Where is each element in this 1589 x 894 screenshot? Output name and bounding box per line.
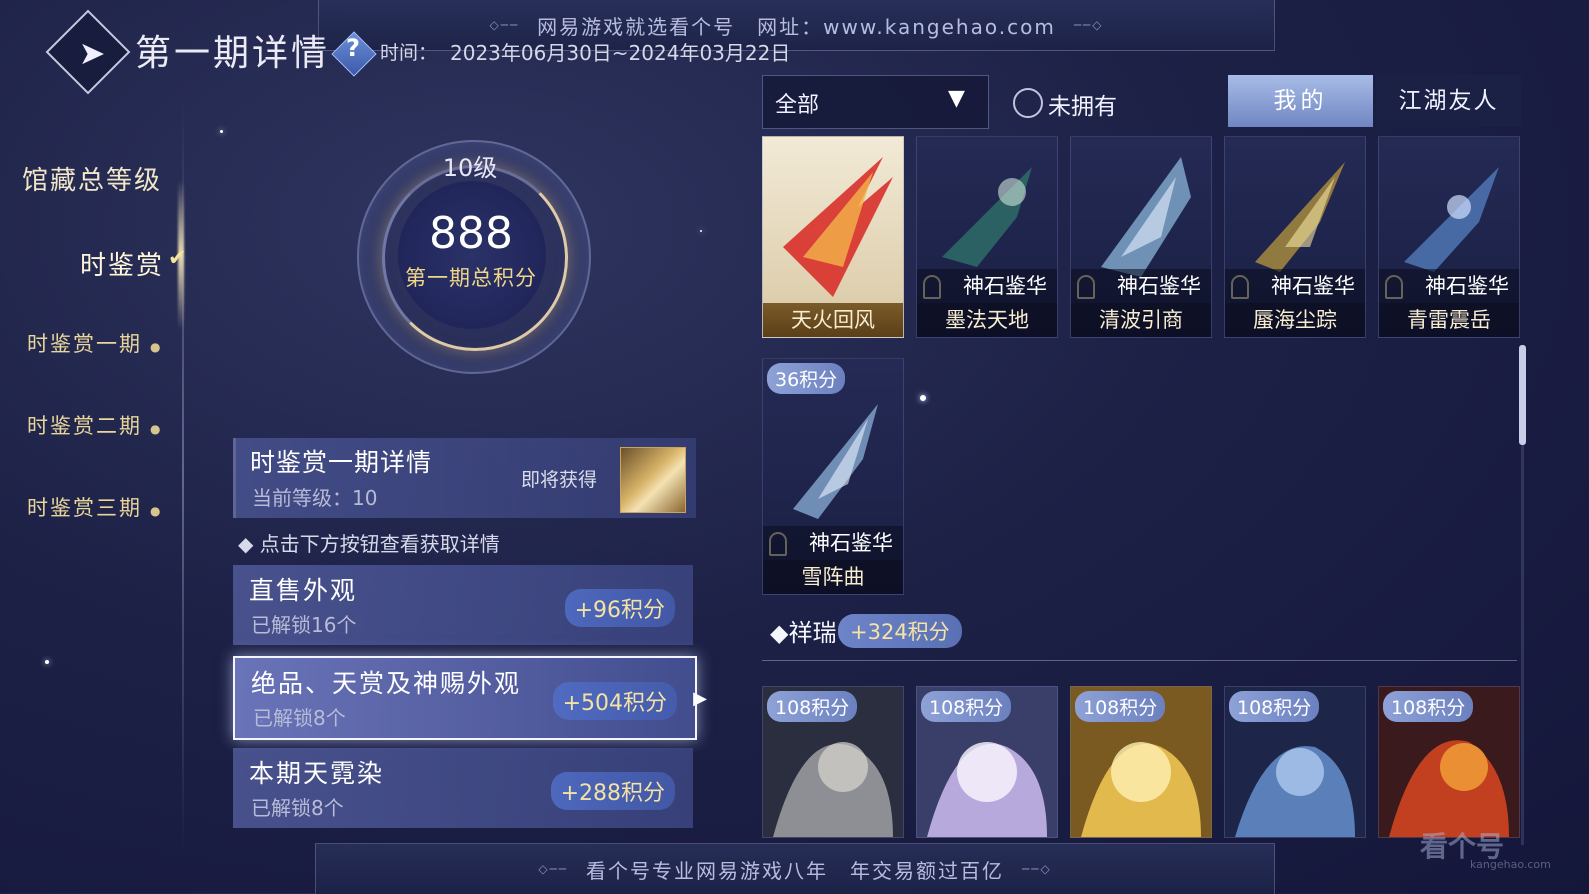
item-card[interactable]: 神石鉴华 青雷震岳 bbox=[1378, 136, 1520, 338]
filter-value: 全部 bbox=[775, 93, 820, 118]
item-name: 蜃海尘踪 bbox=[1225, 303, 1365, 337]
item-card[interactable]: 36积分 神石鉴华 雪阵曲 bbox=[762, 358, 904, 595]
item-name: 雪阵曲 bbox=[763, 560, 903, 594]
sidebar-item-collection-level[interactable]: 馆藏总等级 bbox=[22, 160, 162, 197]
star-decoration bbox=[700, 230, 702, 232]
mount-card[interactable]: 108积分 bbox=[916, 686, 1058, 838]
banner-bottom-text: 看个号专业网易游戏八年 年交易额过百亿 bbox=[586, 858, 1004, 883]
caret-down-icon: ▼ bbox=[948, 86, 965, 111]
hint-text: ◆ 点击下方按钮查看获取详情 bbox=[238, 532, 500, 556]
reward-scroll-icon[interactable] bbox=[620, 447, 686, 513]
banner-ornament-icon: ◇── bbox=[538, 862, 568, 876]
section-divider bbox=[762, 660, 1517, 661]
sidebar-item-label: 时鉴赏二期 bbox=[27, 414, 142, 438]
option-title: 直售外观 bbox=[249, 576, 358, 605]
option-dye[interactable]: 本期天霓染 已解锁8个 +288积分 bbox=[233, 748, 693, 828]
score-level: 10级 bbox=[442, 154, 498, 182]
star-decoration bbox=[920, 395, 926, 401]
chevron-down-icon: ✔ bbox=[168, 246, 187, 271]
option-unlocked: 已解锁8个 bbox=[253, 706, 346, 730]
item-tag: 神石鉴华 bbox=[1379, 269, 1519, 303]
option-title: 本期天霓染 bbox=[249, 759, 385, 788]
chevron-right-icon: ▶ bbox=[693, 688, 707, 709]
sidebar-item-period-1[interactable]: 时鉴赏一期 ● bbox=[27, 328, 162, 358]
bottom-banner: ◇── 看个号专业网易游戏八年 年交易额过百亿 ──◇ bbox=[315, 843, 1275, 894]
points-badge: 108积分 bbox=[767, 691, 858, 722]
option-unlocked: 已解锁8个 bbox=[251, 796, 344, 820]
watermark-url: kangehao.com bbox=[1470, 858, 1551, 871]
points-badge: 108积分 bbox=[921, 691, 1012, 722]
not-owned-label[interactable]: 未拥有 bbox=[1048, 87, 1117, 121]
points-badge: 108积分 bbox=[1383, 691, 1474, 722]
item-card[interactable]: 神石鉴华 墨法天地 bbox=[916, 136, 1058, 338]
back-arrow-icon: ➤ bbox=[78, 34, 106, 72]
current-level-text: 当前等级：10 bbox=[252, 486, 378, 510]
item-name: 清波引商 bbox=[1071, 303, 1211, 337]
item-card[interactable]: 神石鉴华 清波引商 bbox=[1070, 136, 1212, 338]
banner-ornament-icon: ──◇ bbox=[1073, 18, 1104, 32]
page-title: 第一期详情 bbox=[135, 33, 331, 74]
points-badge: 108积分 bbox=[1229, 691, 1320, 722]
mount-card[interactable]: 108积分 bbox=[1224, 686, 1366, 838]
time-value: 2023年06月30日~2024年03月22日 bbox=[450, 41, 791, 65]
section-title: ◆祥瑞 bbox=[770, 619, 837, 647]
item-name: 青雷震岳 bbox=[1379, 303, 1519, 337]
dot-icon: ● bbox=[150, 340, 163, 354]
section-title-label: 祥瑞 bbox=[788, 619, 837, 647]
tab-friends[interactable]: 江湖友人 bbox=[1376, 75, 1521, 127]
score-value: 888 bbox=[429, 208, 513, 259]
star-decoration bbox=[220, 130, 223, 133]
item-name: 墨法天地 bbox=[917, 303, 1057, 337]
item-tag: 神石鉴华 bbox=[917, 269, 1057, 303]
score-label: 第一期总积分 bbox=[405, 266, 537, 290]
star-decoration bbox=[45, 660, 49, 664]
not-owned-radio[interactable] bbox=[1013, 88, 1043, 118]
hint-label: 点击下方按钮查看获取详情 bbox=[259, 532, 500, 556]
sidebar-item-label: 时鉴赏一期 bbox=[27, 332, 142, 356]
points-badge: 36积分 bbox=[767, 363, 846, 394]
tab-mine[interactable]: 我的 bbox=[1228, 75, 1373, 127]
sidebar-item-shijianshang[interactable]: 时鉴赏 bbox=[80, 245, 164, 282]
upcoming-reward-label: 即将获得 bbox=[521, 469, 598, 491]
banner-ornament-icon: ◇── bbox=[489, 18, 520, 32]
item-tag: 神石鉴华 bbox=[763, 526, 903, 560]
points-badge: +96积分 bbox=[564, 589, 675, 627]
item-card[interactable]: 天火回风 bbox=[762, 136, 904, 338]
item-name: 天火回风 bbox=[763, 303, 903, 337]
mount-card[interactable]: 108积分 bbox=[1378, 686, 1520, 838]
banner-ornament-icon: ──◇ bbox=[1022, 862, 1052, 876]
option-direct-sale[interactable]: 直售外观 已解锁16个 +96积分 bbox=[233, 565, 693, 645]
points-badge: +288积分 bbox=[550, 772, 675, 810]
item-card[interactable]: 神石鉴华 蜃海尘踪 bbox=[1224, 136, 1366, 338]
mount-card[interactable]: 108积分 bbox=[762, 686, 904, 838]
dot-icon: ● bbox=[150, 504, 163, 518]
option-unlocked: 已解锁16个 bbox=[251, 613, 357, 637]
banner-top-text: 网易游戏就选看个号 网址：www.kangehao.com bbox=[537, 14, 1056, 39]
dot-icon: ● bbox=[150, 422, 163, 436]
option-title: 绝品、天赏及神赐外观 bbox=[251, 669, 522, 698]
section-points-badge: +324积分 bbox=[838, 614, 962, 648]
points-badge: +504积分 bbox=[552, 682, 677, 720]
time-label: 时间： bbox=[380, 42, 438, 64]
mount-card[interactable]: 108积分 bbox=[1070, 686, 1212, 838]
option-premium-appearance[interactable]: 绝品、天赏及神赐外观 已解锁8个 +504积分 ▶ bbox=[233, 656, 707, 740]
question-icon: ? bbox=[346, 34, 360, 62]
scrollbar-thumb[interactable] bbox=[1519, 345, 1526, 445]
sidebar-item-period-2[interactable]: 时鉴赏二期 ● bbox=[27, 410, 162, 440]
points-badge: 108积分 bbox=[1075, 691, 1166, 722]
sidebar-item-period-3[interactable]: 时鉴赏三期 ● bbox=[27, 492, 162, 522]
sidebar-item-label: 时鉴赏三期 bbox=[27, 496, 142, 520]
detail-title: 时鉴赏一期详情 bbox=[250, 448, 433, 477]
item-tag: 神石鉴华 bbox=[1071, 269, 1211, 303]
item-tag: 神石鉴华 bbox=[1225, 269, 1365, 303]
